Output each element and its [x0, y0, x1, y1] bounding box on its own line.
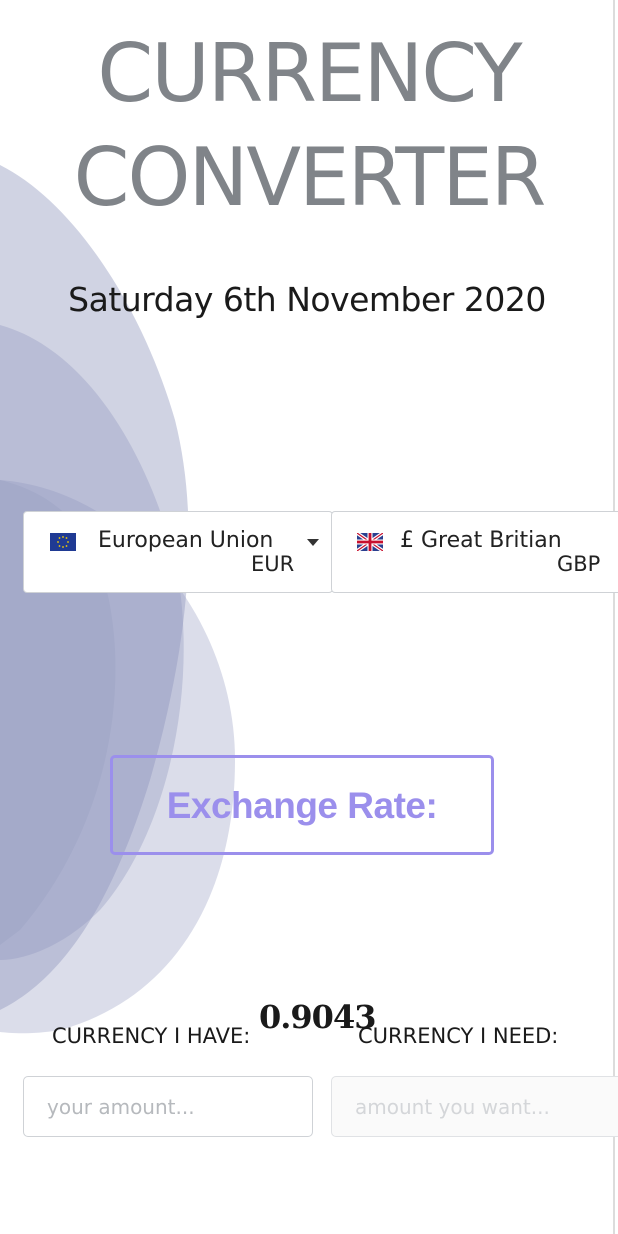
- currency-need-label: CURRENCY I NEED:: [358, 1024, 559, 1048]
- chevron-down-icon: [307, 539, 319, 546]
- from-currency-code: EUR: [251, 552, 295, 576]
- current-date: Saturday 6th November 2020: [68, 280, 546, 319]
- currency-have-label: CURRENCY I HAVE:: [52, 1024, 251, 1048]
- from-currency-select[interactable]: European Union EUR: [23, 511, 333, 593]
- uk-flag-icon: [357, 533, 383, 551]
- amount-have-input[interactable]: [23, 1076, 313, 1137]
- page-title-line2: CONVERTER: [73, 131, 547, 224]
- to-currency-name: £ Great Britian: [400, 528, 562, 553]
- eu-flag-icon: [50, 533, 76, 551]
- to-currency-select[interactable]: £ Great Britian GBP: [331, 511, 618, 593]
- to-currency-code: GBP: [557, 552, 601, 576]
- currency-converter-page: CURRENCY CONVERTER Saturday 6th November…: [0, 0, 618, 1234]
- from-currency-name: European Union: [98, 528, 274, 553]
- exchange-rate-button[interactable]: Exchange Rate:: [110, 755, 494, 855]
- page-title-line1: CURRENCY: [97, 27, 522, 120]
- amount-need-input[interactable]: [331, 1076, 618, 1137]
